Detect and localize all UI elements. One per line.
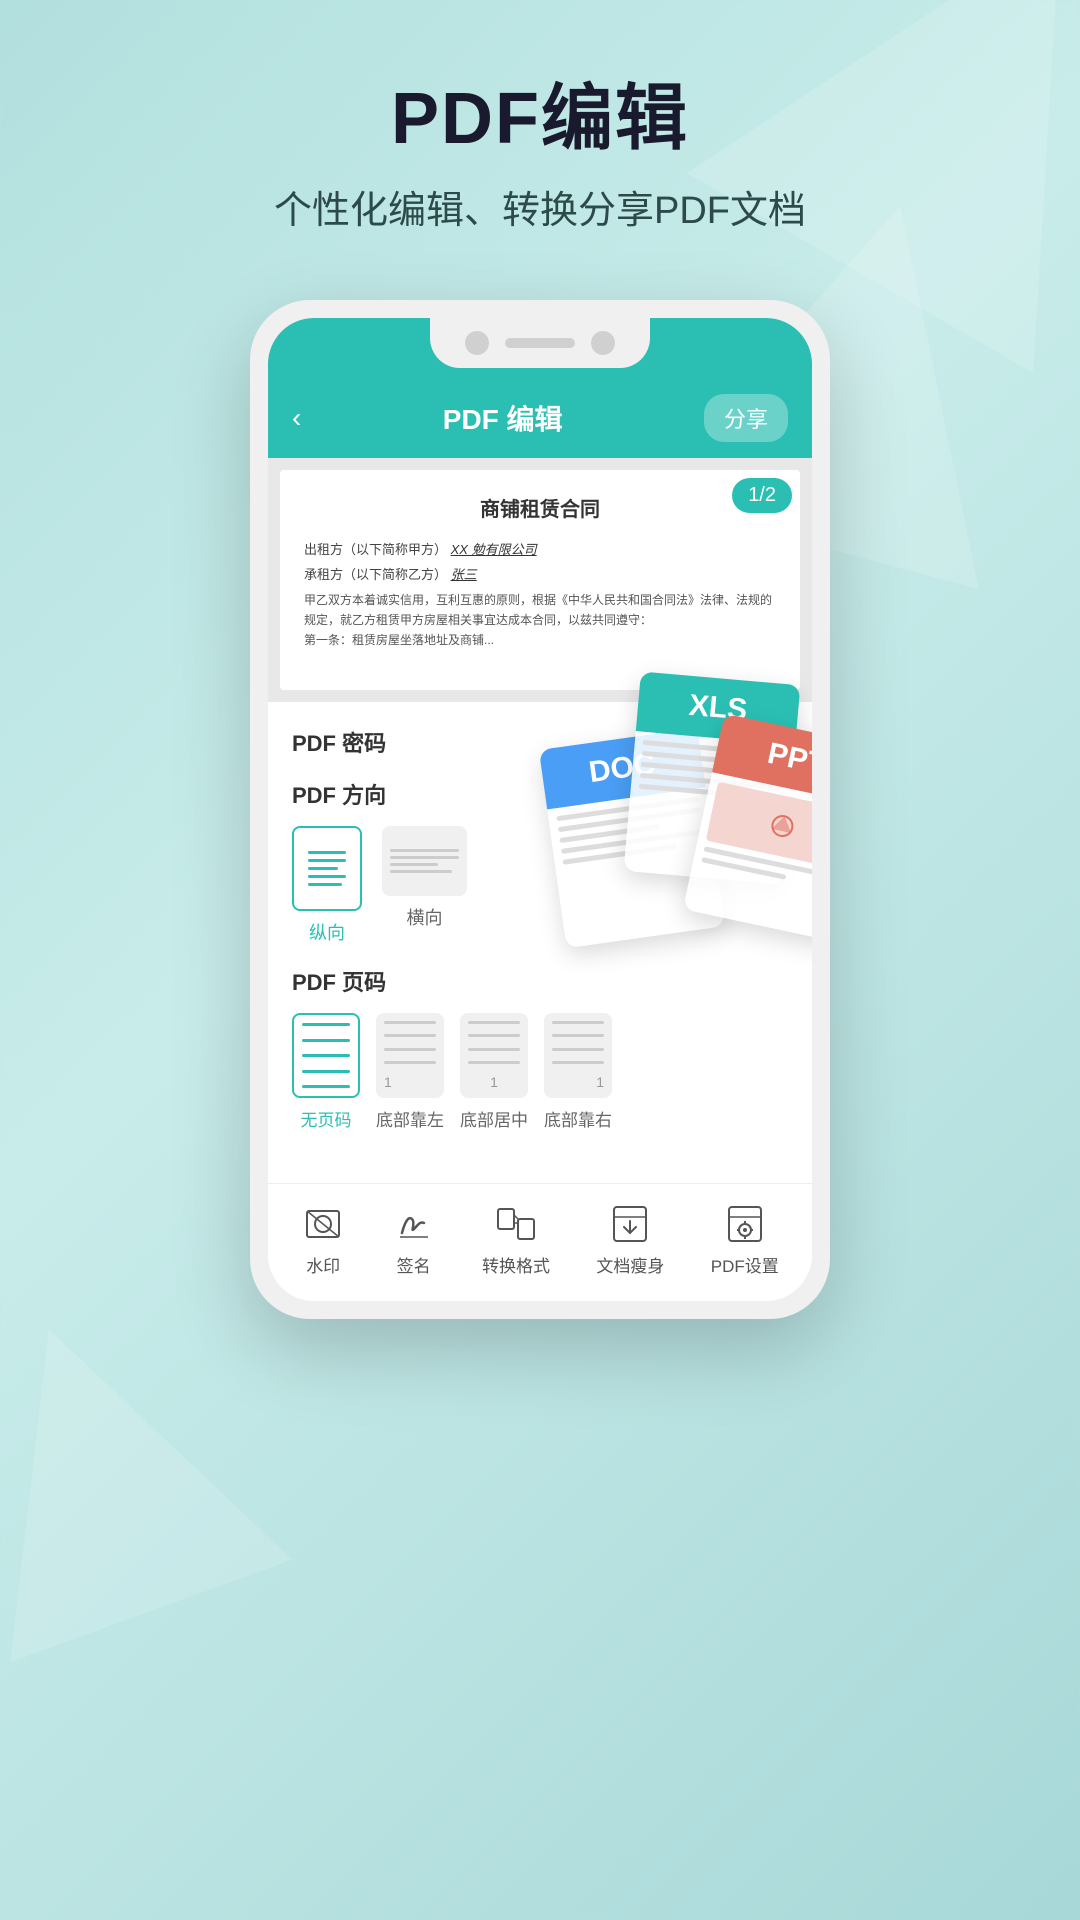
bottom-center-icon: 1 <box>460 1013 528 1098</box>
pdf-line2: 承租方（以下简称乙方） 张三 <box>304 565 776 586</box>
pdf-line1: 出租方（以下简称甲方） XX 勉有限公司 <box>304 540 776 561</box>
settings-icon <box>723 1204 767 1244</box>
bg-decoration-3 <box>0 1278 292 1663</box>
page-bottom-center[interactable]: 1 底部居中 <box>460 1013 528 1131</box>
toolbar-watermark[interactable]: 水印 <box>301 1204 345 1277</box>
pdf-page-badge: 1/2 <box>732 478 792 513</box>
back-button[interactable]: ‹ <box>292 402 301 434</box>
signature-label: 签名 <box>397 1252 431 1277</box>
settings-label: PDF设置 <box>711 1252 779 1277</box>
bottom-right-num: 1 <box>552 1074 604 1090</box>
signature-icon <box>392 1204 436 1244</box>
no-number-icon <box>292 1013 360 1098</box>
bottom-center-num: 1 <box>468 1074 520 1090</box>
phone-notch <box>268 318 812 378</box>
phone-inner: ‹ PDF 编辑 分享 1/2 商铺租赁合同 出租方（以下简称甲方） XX 勉有… <box>268 318 812 1301</box>
bottom-center-label: 底部居中 <box>460 1106 528 1131</box>
watermark-label: 水印 <box>306 1252 340 1277</box>
pdf-document: 商铺租赁合同 出租方（以下简称甲方） XX 勉有限公司 承租方（以下简称乙方） … <box>280 470 800 690</box>
share-button[interactable]: 分享 <box>704 394 788 442</box>
app-bar-title: PDF 编辑 <box>443 398 563 438</box>
bottom-left-num: 1 <box>384 1074 436 1090</box>
pdf-doc-title: 商铺租赁合同 <box>304 494 776 526</box>
camera-icon-2 <box>591 331 615 355</box>
convert-icon <box>494 1204 538 1244</box>
bottom-toolbar: 水印 签名 <box>268 1183 812 1301</box>
speaker-icon <box>505 338 575 348</box>
compress-icon <box>608 1204 652 1244</box>
page-title: PDF编辑 <box>40 80 1040 159</box>
phone-mockup: ‹ PDF 编辑 分享 1/2 商铺租赁合同 出租方（以下简称甲方） XX 勉有… <box>250 300 830 1319</box>
app-bar: ‹ PDF 编辑 分享 <box>268 378 812 458</box>
header: PDF编辑 个性化编辑、转换分享PDF文档 <box>0 0 1080 264</box>
portrait-icon <box>292 826 362 911</box>
bottom-left-icon: 1 <box>376 1013 444 1098</box>
page-no-number[interactable]: 无页码 <box>292 1013 360 1131</box>
camera-icon <box>465 331 489 355</box>
page-subtitle: 个性化编辑、转换分享PDF文档 <box>40 179 1040 234</box>
page-bottom-left[interactable]: 1 底部靠左 <box>376 1013 444 1131</box>
compress-label: 文档瘦身 <box>596 1252 664 1277</box>
floating-docs: DOC XLS <box>552 678 812 1038</box>
pdf-area: 1/2 商铺租赁合同 出租方（以下简称甲方） XX 勉有限公司 承租方（以下简称… <box>268 458 812 702</box>
bottom-right-label: 底部靠右 <box>544 1106 612 1131</box>
phone-outer: ‹ PDF 编辑 分享 1/2 商铺租赁合同 出租方（以下简称甲方） XX 勉有… <box>250 300 830 1319</box>
orientation-landscape[interactable]: 横向 <box>382 826 467 945</box>
bottom-left-label: 底部靠左 <box>376 1106 444 1131</box>
toolbar-compress[interactable]: 文档瘦身 <box>596 1204 664 1277</box>
notch-cutout <box>430 318 650 368</box>
portrait-label: 纵向 <box>309 919 345 945</box>
toolbar-signature[interactable]: 签名 <box>392 1204 436 1277</box>
portrait-lines <box>304 847 350 890</box>
toolbar-convert[interactable]: 转换格式 <box>482 1204 550 1277</box>
landscape-icon <box>382 826 467 896</box>
orientation-portrait[interactable]: 纵向 <box>292 826 362 945</box>
convert-label: 转换格式 <box>482 1252 550 1277</box>
no-number-label: 无页码 <box>301 1106 352 1131</box>
pdf-extra-line: 第一条：租赁房屋坐落地址及商铺... <box>304 630 776 650</box>
toolbar-settings[interactable]: PDF设置 <box>711 1204 779 1277</box>
pdf-body-text: 甲乙双方本着诚实信用，互利互惠的原则，根据《中华人民共和国合同法》法律、法规的规… <box>304 590 776 631</box>
watermark-icon <box>301 1204 345 1244</box>
landscape-label: 横向 <box>407 904 443 930</box>
